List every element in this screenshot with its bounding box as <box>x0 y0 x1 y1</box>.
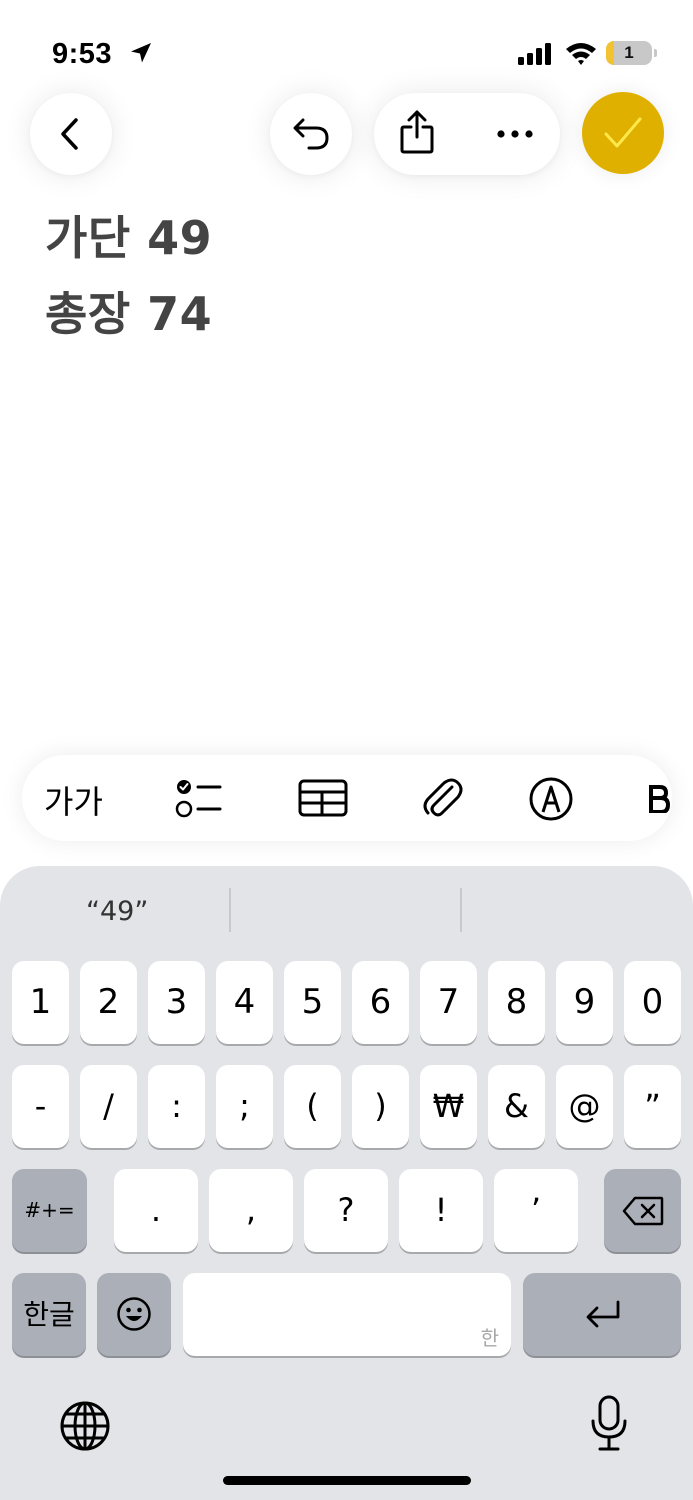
key-1[interactable]: 1 <box>12 961 69 1044</box>
emoji-icon <box>117 1297 151 1331</box>
note-body[interactable]: 가단 49 총장 74 <box>45 208 212 360</box>
back-button[interactable] <box>30 93 112 175</box>
key-6[interactable]: 6 <box>352 961 409 1044</box>
key-period[interactable]: . <box>114 1169 198 1252</box>
key-slash[interactable]: / <box>80 1065 137 1148</box>
more-symbols-key[interactable]: #+= <box>12 1169 87 1252</box>
battery-level: 1 <box>624 43 634 62</box>
key-apostrophe[interactable]: ’ <box>494 1169 578 1252</box>
wifi-icon <box>566 43 596 65</box>
battery-indicator: 1 <box>606 41 657 67</box>
cellular-signal-icon <box>518 43 551 65</box>
note-line[interactable]: 총장 74 <box>45 284 212 360</box>
key-quote[interactable]: ” <box>624 1065 681 1148</box>
key-8[interactable]: 8 <box>488 961 545 1044</box>
markup-pen-icon[interactable] <box>528 776 574 822</box>
checklist-icon[interactable] <box>174 777 224 819</box>
key-ampersand[interactable]: & <box>488 1065 545 1148</box>
key-0[interactable]: 0 <box>624 961 681 1044</box>
home-indicator[interactable] <box>223 1476 471 1485</box>
key-open-paren[interactable]: ( <box>284 1065 341 1148</box>
key-close-paren[interactable]: ) <box>352 1065 409 1148</box>
text-style-button[interactable]: 가가 <box>44 777 103 823</box>
key-9[interactable]: 9 <box>556 961 613 1044</box>
suggestion-divider <box>460 888 462 932</box>
delete-icon <box>622 1196 664 1226</box>
key-4[interactable]: 4 <box>216 961 273 1044</box>
status-time: 9:53 <box>52 38 113 70</box>
key-2[interactable]: 2 <box>80 961 137 1044</box>
done-button[interactable] <box>582 92 664 174</box>
microphone-icon[interactable] <box>589 1395 629 1453</box>
suggestion-divider <box>229 888 231 932</box>
key-colon[interactable]: : <box>148 1065 205 1148</box>
key-semicolon[interactable]: ; <box>216 1065 273 1148</box>
location-arrow-icon <box>131 43 151 63</box>
share-icon[interactable] <box>398 109 436 155</box>
key-hyphen[interactable]: - <box>12 1065 69 1148</box>
more-icon[interactable] <box>496 129 534 139</box>
language-switch-key[interactable]: 한글 <box>12 1273 86 1356</box>
checkmark-icon <box>604 117 642 148</box>
table-icon[interactable] <box>298 779 348 817</box>
space-bar-hint: 한 <box>480 1326 499 1350</box>
emoji-key[interactable] <box>97 1273 171 1356</box>
key-question[interactable]: ? <box>304 1169 388 1252</box>
globe-icon[interactable] <box>59 1400 111 1452</box>
key-won[interactable]: ₩ <box>420 1065 477 1148</box>
return-icon <box>586 1300 620 1328</box>
battery-tip <box>654 49 657 57</box>
delete-key[interactable] <box>604 1169 681 1252</box>
autocorrect-suggestion[interactable]: “49” <box>86 896 148 927</box>
key-7[interactable]: 7 <box>420 961 477 1044</box>
key-comma[interactable]: , <box>209 1169 293 1252</box>
return-key[interactable] <box>523 1273 681 1356</box>
undo-icon <box>293 118 329 150</box>
status-bar: 9:53 1 <box>0 0 693 90</box>
more-tools-icon[interactable] <box>648 785 672 813</box>
paperclip-icon[interactable] <box>420 775 464 821</box>
chevron-left-icon <box>61 118 78 150</box>
space-bar[interactable]: 한 <box>183 1273 511 1356</box>
share-more-group <box>374 93 560 175</box>
key-at[interactable]: @ <box>556 1065 613 1148</box>
undo-button[interactable] <box>270 93 352 175</box>
key-3[interactable]: 3 <box>148 961 205 1044</box>
key-exclamation[interactable]: ! <box>399 1169 483 1252</box>
key-5[interactable]: 5 <box>284 961 341 1044</box>
format-toolbar: 가가 <box>22 755 672 841</box>
note-line[interactable]: 가단 49 <box>45 208 212 284</box>
